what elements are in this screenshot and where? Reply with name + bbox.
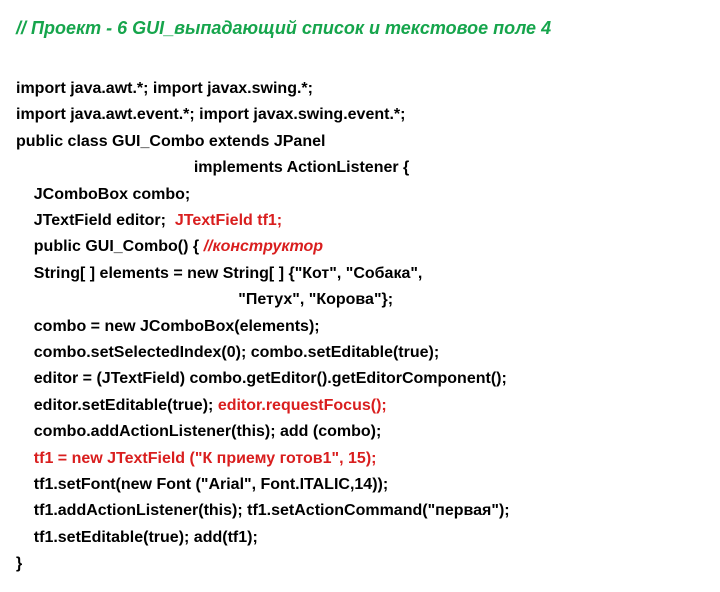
- code-line: combo.addActionListener(this); add (comb…: [16, 423, 381, 440]
- highlight-red: editor.requestFocus();: [218, 397, 387, 414]
- highlight-red: tf1 = new JTextField ("К приему готов1",…: [16, 450, 376, 467]
- code-block: import java.awt.*; import javax.swing.*;…: [16, 50, 704, 578]
- code-line: JTextField editor; JTextField tf1;: [16, 212, 282, 229]
- code-line: tf1.setEditable(true); add(tf1);: [16, 529, 258, 546]
- code-line: JComboBox combo;: [16, 186, 190, 203]
- code-line: "Петух", "Корова"};: [16, 291, 393, 308]
- code-line: import java.awt.*; import javax.swing.*;: [16, 80, 313, 97]
- code-line: combo.setSelectedIndex(0); combo.setEdit…: [16, 344, 439, 361]
- code-line: implements ActionListener {: [16, 159, 409, 176]
- highlight-red: JTextField tf1;: [175, 212, 282, 229]
- code-line: public class GUI_Combo extends JPanel: [16, 133, 325, 150]
- comment: //конструктор: [204, 238, 324, 255]
- code-line: editor = (JTextField) combo.getEditor().…: [16, 370, 507, 387]
- code-line: String[ ] elements = new String[ ] {"Кот…: [16, 265, 422, 282]
- code-line: editor.setEditable(true); editor.request…: [16, 397, 387, 414]
- code-line: tf1.setFont(new Font ("Arial", Font.ITAL…: [16, 476, 388, 493]
- code-line: public GUI_Combo() { //конструктор: [16, 238, 323, 255]
- code-line: import java.awt.event.*; import javax.sw…: [16, 106, 405, 123]
- code-line: }: [16, 555, 22, 572]
- slide-title: // Проект - 6 GUI_выпадающий список и те…: [16, 14, 704, 44]
- code-line: combo = new JComboBox(elements);: [16, 318, 320, 335]
- code-line: tf1.addActionListener(this); tf1.setActi…: [16, 502, 510, 519]
